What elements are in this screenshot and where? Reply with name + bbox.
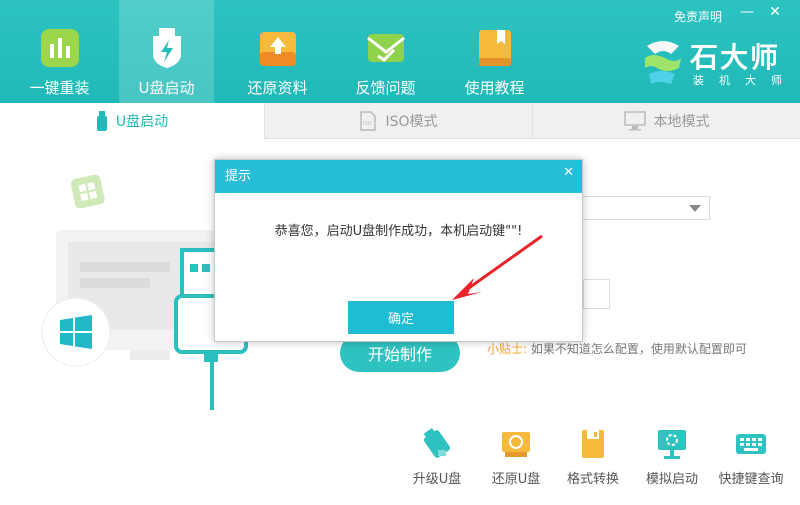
subtab-bar: U盘启动 ISO ISO模式 本地模式 bbox=[0, 103, 800, 139]
keyboard-icon bbox=[736, 434, 766, 454]
nav-label: U盘启动 bbox=[138, 79, 195, 97]
dialog-close-button[interactable]: ✕ bbox=[563, 160, 574, 186]
usb-restore-icon bbox=[502, 432, 530, 457]
usb-icon bbox=[96, 111, 107, 131]
tool-hotkey-query[interactable]: 快捷键查询 bbox=[716, 428, 786, 487]
minimize-button[interactable]: — bbox=[738, 4, 756, 20]
nav-label: 一键重装 bbox=[29, 79, 90, 97]
tool-simulate-boot[interactable]: 模拟启动 bbox=[637, 428, 707, 487]
tip-text: 小贴士: 如果不知道怎么配置，使用默认配置即可 bbox=[487, 340, 747, 357]
tool-label: 升级U盘 bbox=[412, 472, 462, 487]
nav-label: 使用教程 bbox=[464, 79, 525, 97]
nav-item-usb-boot[interactable]: U盘启动 bbox=[119, 0, 214, 103]
tab-label: 本地模式 bbox=[653, 113, 710, 130]
tab-label: U盘启动 bbox=[115, 114, 169, 130]
tool-label: 模拟启动 bbox=[645, 472, 698, 487]
nav-label: 还原资料 bbox=[247, 79, 308, 97]
bar-chart-icon bbox=[40, 29, 79, 67]
brand-name: 石大师 bbox=[690, 41, 781, 74]
tool-restore-usb[interactable]: 还原U盘 bbox=[481, 428, 551, 487]
usb-shield-icon bbox=[152, 28, 181, 68]
boot-mode-select[interactable] bbox=[580, 196, 710, 220]
book-icon bbox=[478, 30, 511, 66]
chevron-down-icon bbox=[689, 205, 701, 212]
iso-file-icon: ISO bbox=[360, 110, 377, 131]
tip-label: 小贴士: bbox=[487, 342, 528, 356]
tool-format-convert[interactable]: 格式转换 bbox=[558, 428, 628, 487]
close-button[interactable]: ✕ bbox=[766, 4, 784, 20]
format-convert-icon bbox=[582, 430, 604, 458]
tip-message: 如果不知道怎么配置，使用默认配置即可 bbox=[530, 342, 747, 356]
nav-label: 反馈问题 bbox=[355, 79, 416, 97]
tab-usb-boot[interactable]: U盘启动 bbox=[0, 103, 264, 139]
monitor-icon bbox=[623, 110, 646, 130]
tab-iso-mode[interactable]: ISO ISO模式 bbox=[264, 103, 532, 139]
envelope-icon bbox=[366, 34, 405, 62]
tab-label: ISO模式 bbox=[385, 113, 438, 130]
nav-item-one-click-reinstall[interactable]: 一键重装 bbox=[12, 0, 107, 103]
header-bar: 一键重装 U盘启动 还原资料 反馈问题 使用教程 免责声明 — ✕ 石大师 装机… bbox=[0, 0, 800, 103]
simulate-boot-icon bbox=[658, 430, 686, 459]
dialog-title: 提示 bbox=[215, 160, 582, 193]
dialog-ok-button[interactable]: 确定 bbox=[348, 301, 454, 334]
red-arrow-annotation bbox=[452, 234, 543, 300]
usb-upgrade-icon bbox=[423, 428, 451, 458]
windows-icon bbox=[70, 174, 105, 209]
disclaimer-link[interactable]: 免责声明 bbox=[674, 8, 722, 25]
tab-local-mode[interactable]: 本地模式 bbox=[532, 103, 800, 139]
brand-logo-icon bbox=[645, 41, 681, 84]
nav-item-restore-data[interactable]: 还原资料 bbox=[230, 0, 325, 103]
nav-item-tutorial[interactable]: 使用教程 bbox=[447, 0, 542, 103]
config-input[interactable] bbox=[583, 279, 610, 309]
tool-upgrade-usb[interactable]: 升级U盘 bbox=[402, 428, 472, 487]
tool-label: 快捷键查询 bbox=[718, 472, 784, 487]
brand-subtitle: 装机大师 bbox=[693, 74, 797, 87]
tool-label: 格式转换 bbox=[566, 472, 619, 487]
tool-label: 还原U盘 bbox=[491, 472, 541, 487]
restore-box-icon bbox=[259, 32, 296, 66]
nav-item-feedback[interactable]: 反馈问题 bbox=[338, 0, 433, 103]
svg-text:ISO: ISO bbox=[363, 121, 372, 127]
